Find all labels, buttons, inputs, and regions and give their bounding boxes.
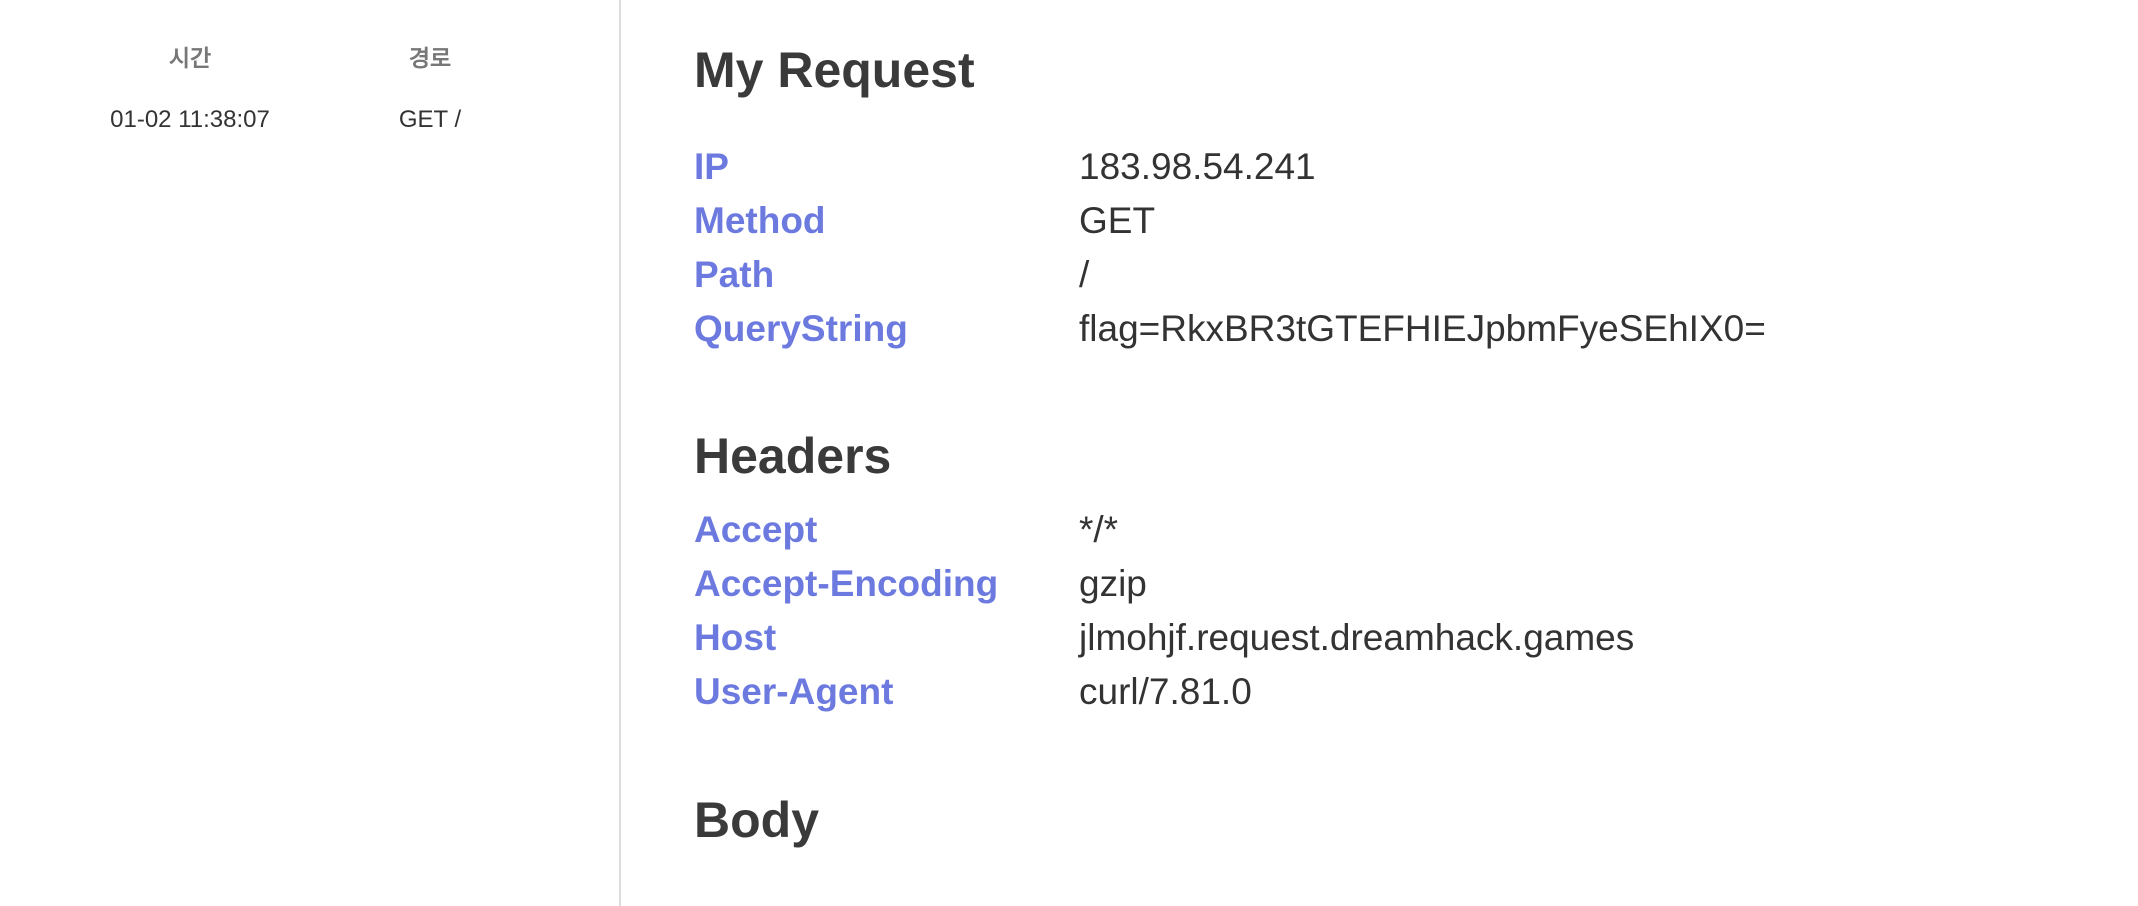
field-value: GET bbox=[1079, 200, 1156, 241]
header-field-user-agent: User-Agent curl/7.81.0 bbox=[694, 665, 2094, 719]
request-field-querystring: QueryString flag=RkxBR3tGTEFHIEJpbmFyeSE… bbox=[694, 302, 2094, 356]
field-key: Accept-Encoding bbox=[694, 563, 999, 604]
header-field-accept-encoding: Accept-Encoding gzip bbox=[694, 557, 2094, 611]
field-key: User-Agent bbox=[694, 671, 894, 712]
request-detail-panel: My Request IP 183.98.54.241 Method GET P… bbox=[621, 0, 2138, 906]
request-list-item[interactable]: 01-02 11:38:07 GET / bbox=[0, 100, 619, 140]
request-list-header: 시간 경로 bbox=[0, 38, 619, 78]
request-inspector: 시간 경로 01-02 11:38:07 GET / My Request IP… bbox=[0, 0, 2138, 906]
field-value: curl/7.81.0 bbox=[1079, 671, 1252, 712]
field-key: Host bbox=[694, 617, 777, 658]
path-column-header: 경로 bbox=[408, 45, 452, 71]
request-field-method: Method GET bbox=[694, 194, 2094, 248]
field-key: Accept bbox=[694, 509, 818, 550]
field-key: Method bbox=[694, 200, 826, 241]
request-field-ip: IP 183.98.54.241 bbox=[694, 140, 2094, 194]
field-value: / bbox=[1079, 254, 1090, 295]
header-field-accept: Accept */* bbox=[694, 503, 2094, 557]
field-value: jlmohjf.request.dreamhack.games bbox=[1079, 617, 1635, 658]
field-value: gzip bbox=[1079, 563, 1147, 604]
time-column-header: 시간 bbox=[168, 45, 212, 71]
field-value: flag=RkxBR3tGTEFHIEJpbmFyeSEhIX0= bbox=[1079, 308, 1766, 349]
request-time: 01-02 11:38:07 bbox=[110, 106, 270, 133]
field-value: 183.98.54.241 bbox=[1079, 146, 1316, 187]
request-path: GET / bbox=[398, 106, 462, 133]
header-field-host: Host jlmohjf.request.dreamhack.games bbox=[694, 611, 2094, 665]
my-request-heading: My Request bbox=[694, 42, 975, 98]
field-value: */* bbox=[1079, 509, 1119, 550]
field-key: IP bbox=[694, 146, 729, 187]
field-key: QueryString bbox=[694, 308, 908, 349]
request-field-path: Path / bbox=[694, 248, 2094, 302]
request-list-panel: 시간 경로 01-02 11:38:07 GET / bbox=[0, 0, 621, 906]
headers-heading: Headers bbox=[694, 428, 892, 484]
field-key: Path bbox=[694, 254, 775, 295]
body-heading: Body bbox=[694, 792, 819, 848]
